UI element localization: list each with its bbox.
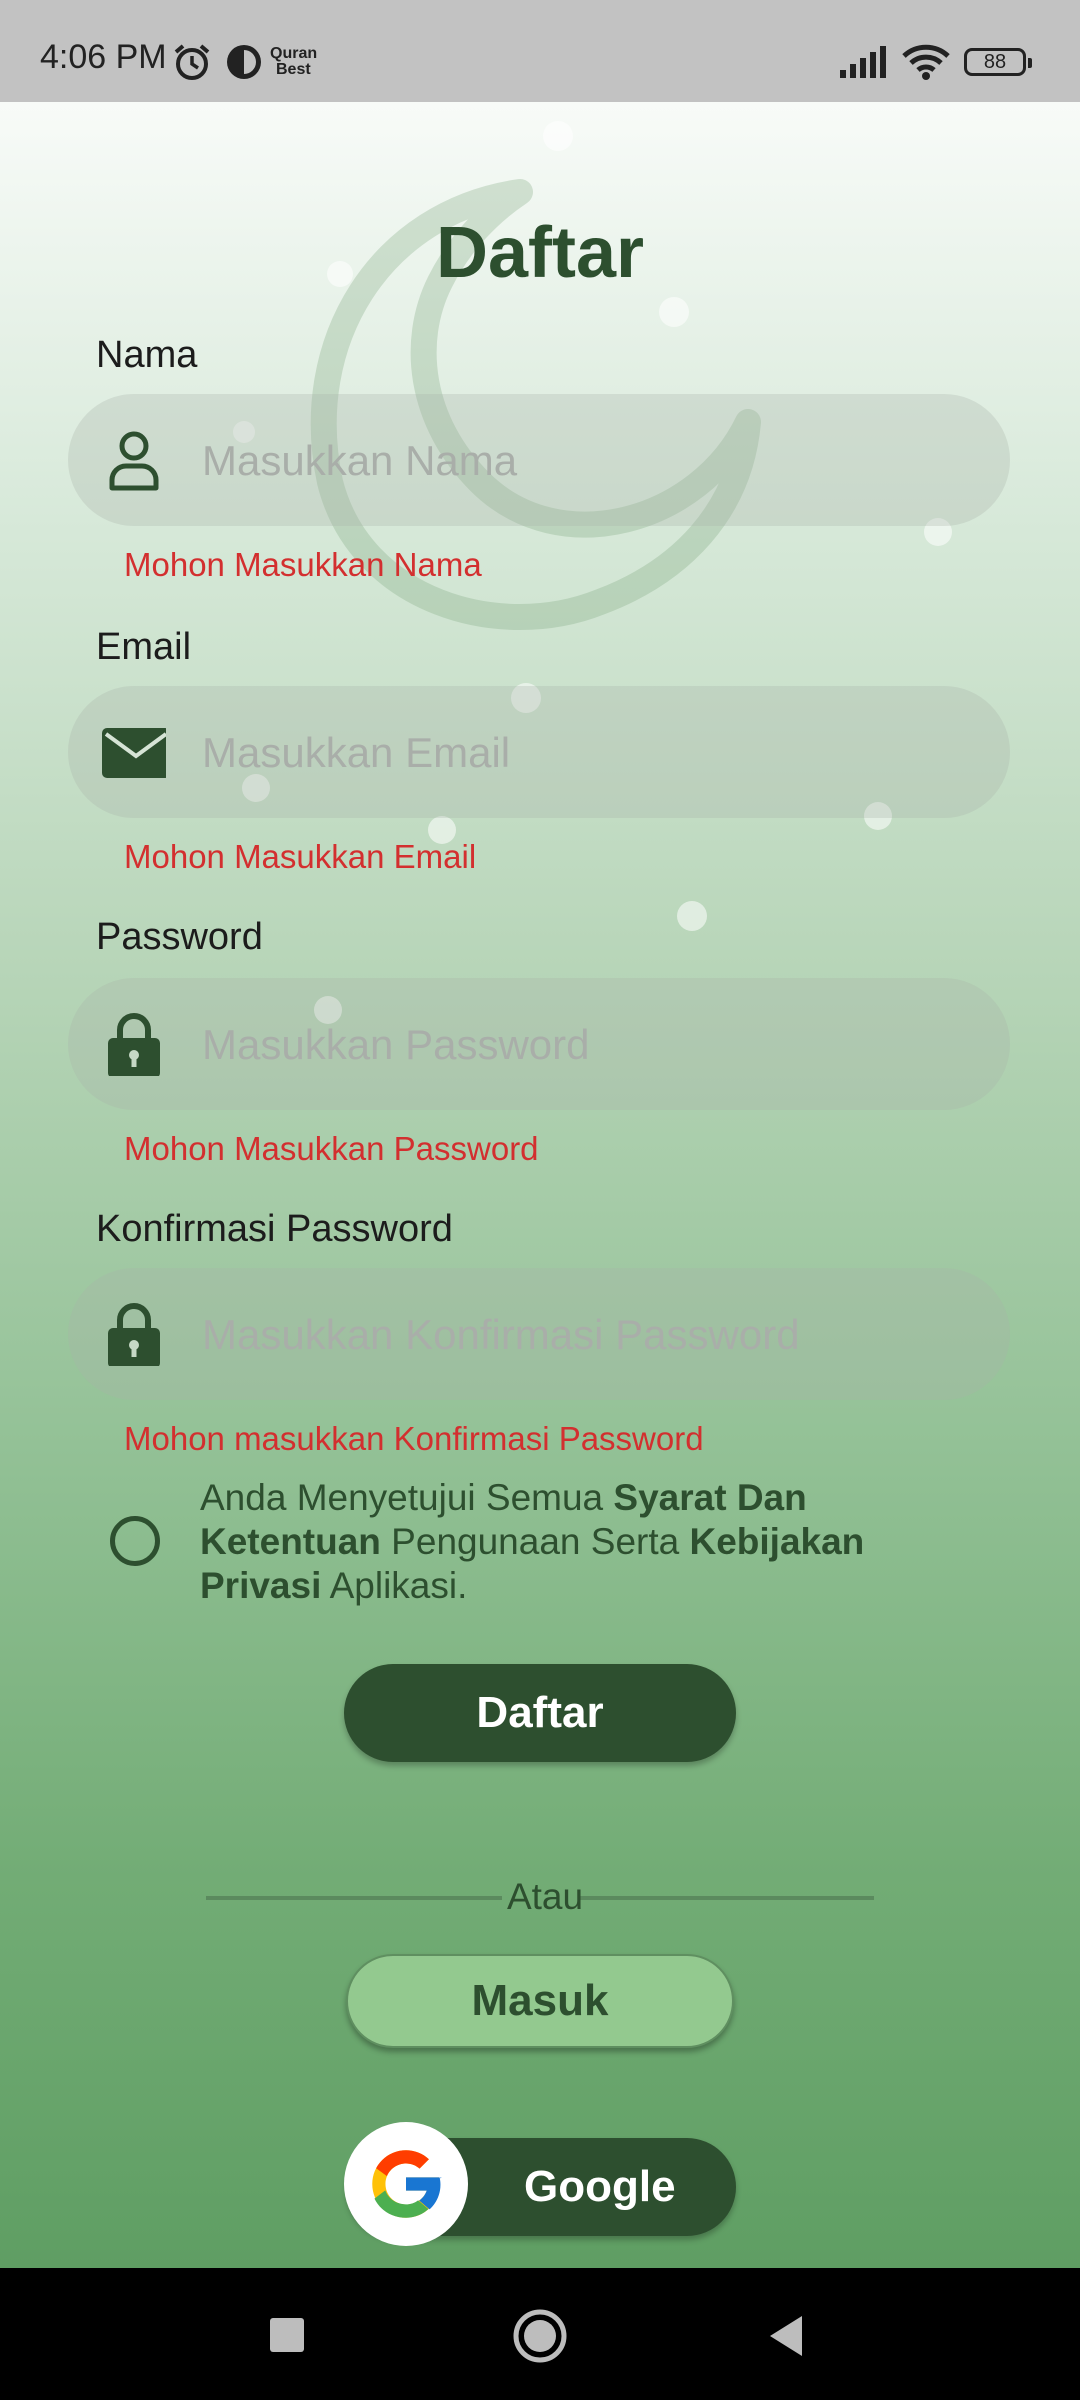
wifi-icon	[902, 44, 950, 80]
app-badge-line-1: Quran	[270, 45, 318, 62]
divider-text: Atau	[506, 1876, 584, 1917]
register-button[interactable]: Daftar	[344, 1664, 736, 1762]
login-button[interactable]: Masuk	[346, 1954, 734, 2048]
navigation-bar	[0, 2268, 1080, 2400]
email-label: Email	[96, 626, 192, 668]
app-badge-text: Quran Best	[270, 46, 317, 78]
battery-icon: 88	[964, 48, 1032, 76]
email-field[interactable]	[68, 686, 1010, 818]
password-label: Password	[96, 916, 263, 958]
terms-text: Anda Menyetujui Semua Syarat Dan Ketentu…	[200, 1476, 960, 1608]
confirm-password-field[interactable]	[68, 1268, 1010, 1400]
name-error: Mohon Masukkan Nama	[124, 546, 482, 583]
terms-radio[interactable]	[110, 1516, 160, 1566]
password-field[interactable]	[68, 978, 1010, 1110]
recents-square-icon[interactable]	[256, 2304, 320, 2368]
home-circle-icon[interactable]	[508, 2304, 572, 2368]
person-icon	[109, 431, 159, 491]
terms-text-part: Anda Menyetujui Semua	[200, 1477, 614, 1518]
confirm-password-input[interactable]	[200, 1294, 984, 1376]
register-screen: Daftar Nama Mohon Masukkan Nama Email Mo…	[0, 102, 1080, 2268]
divider-line-right	[578, 1896, 874, 1900]
password-error: Mohon Masukkan Password	[124, 1130, 539, 1167]
email-input[interactable]	[200, 712, 984, 794]
google-button-label: Google	[524, 2162, 676, 2211]
lock-icon	[108, 1303, 160, 1366]
google-logo-icon	[372, 2150, 442, 2218]
name-field[interactable]	[68, 394, 1010, 526]
google-logo-circle[interactable]	[344, 2122, 468, 2246]
confirm-password-label: Konfirmasi Password	[96, 1208, 453, 1250]
name-label: Nama	[96, 334, 198, 376]
name-input[interactable]	[200, 420, 984, 502]
password-input[interactable]	[200, 1004, 984, 1086]
app-notification-icon	[227, 45, 261, 79]
mail-icon	[102, 728, 166, 778]
status-bar: 4:06 PM Quran Best 88	[0, 0, 1080, 102]
signal-icon	[840, 46, 886, 78]
terms-text-part: Aplikasi.	[321, 1565, 468, 1606]
divider-line-left	[206, 1896, 502, 1900]
email-error: Mohon Masukkan Email	[124, 838, 477, 875]
status-time: 4:06 PM	[40, 38, 167, 76]
page-title: Daftar	[435, 213, 645, 293]
alarm-icon	[174, 44, 210, 80]
app-badge-line-2: Best	[276, 61, 311, 78]
terms-text-part: Pengunaan Serta	[380, 1521, 690, 1562]
lock-icon	[108, 1013, 160, 1076]
confirm-password-error: Mohon masukkan Konfirmasi Password	[124, 1420, 704, 1457]
back-triangle-icon[interactable]	[756, 2304, 820, 2368]
